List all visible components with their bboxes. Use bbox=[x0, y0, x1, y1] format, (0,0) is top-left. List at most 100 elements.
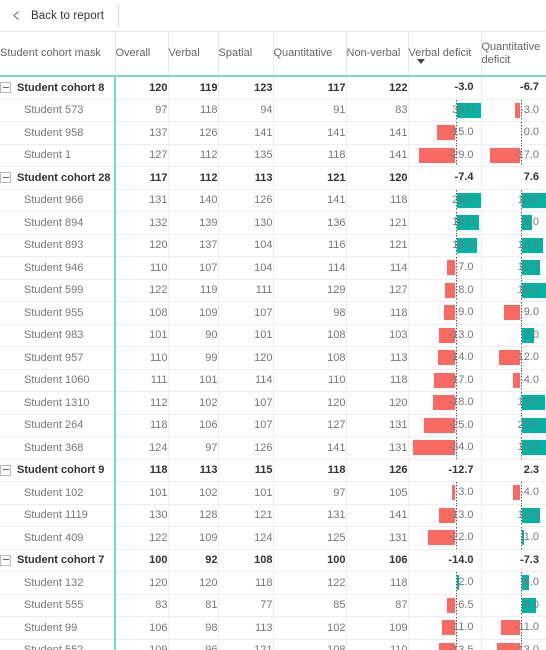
cell-spatial[interactable]: 113 bbox=[218, 616, 274, 640]
cell-nonverbal[interactable]: 118 bbox=[346, 301, 409, 325]
cell-quant[interactable]: 108 bbox=[273, 346, 347, 370]
cell-quant_deficit[interactable]: -3.0 bbox=[481, 99, 546, 122]
cell-overall[interactable]: 130 bbox=[115, 504, 169, 527]
table-group-row[interactable]: Student cohort 28 117 112 113 121 120 -7.4 7.6 bbox=[0, 166, 546, 190]
table-row[interactable]: Student 955 108 109 107 98 118 -9.0 -9.0 bbox=[0, 301, 546, 325]
cell-mask[interactable]: Student 894 bbox=[0, 211, 116, 235]
table-row[interactable]: Student 893 120 137 104 116 121 16.0 12.0 bbox=[0, 234, 546, 257]
cell-verbal[interactable]: 119 bbox=[168, 76, 219, 100]
column-header-quant_deficit[interactable]: Quantitative deficit bbox=[481, 32, 546, 77]
cell-overall[interactable]: 109 bbox=[115, 639, 169, 650]
cell-verbal[interactable]: 113 bbox=[168, 459, 219, 482]
cell-verbal[interactable]: 99 bbox=[168, 346, 219, 370]
cell-spatial[interactable]: 107 bbox=[218, 414, 274, 437]
cell-verbal[interactable]: 102 bbox=[168, 481, 219, 505]
cell-mask[interactable]: Student 555 bbox=[0, 594, 116, 617]
cell-overall[interactable]: 131 bbox=[115, 189, 169, 212]
cell-spatial[interactable]: 121 bbox=[218, 504, 274, 527]
cell-verbal_deficit[interactable]: -17.0 bbox=[408, 369, 482, 392]
cell-overall[interactable]: 83 bbox=[115, 594, 169, 617]
matrix-visual[interactable]: Student cohort mask Overall Verbal Spatial Q… bbox=[0, 31, 546, 650]
cell-verbal_deficit[interactable]: -34.0 bbox=[408, 436, 482, 460]
cell-quant_deficit[interactable]: 10.0 bbox=[481, 504, 546, 527]
cell-overall[interactable]: 120 bbox=[115, 76, 169, 100]
cell-verbal[interactable]: 102 bbox=[168, 391, 219, 415]
cell-spatial[interactable]: 123 bbox=[218, 76, 274, 100]
table-row[interactable]: Student 957 110 99 120 108 113 -14.0 -12.0 bbox=[0, 346, 546, 370]
cell-mask[interactable]: Student cohort 7 bbox=[0, 549, 116, 572]
cell-overall[interactable]: 110 bbox=[115, 346, 169, 370]
cell-quant_deficit[interactable]: 15.0 bbox=[481, 189, 546, 212]
cell-nonverbal[interactable]: 118 bbox=[346, 369, 409, 392]
column-header-nonverbal[interactable]: Non-verbal bbox=[346, 32, 409, 77]
cell-quant_deficit[interactable]: -17.0 bbox=[481, 144, 546, 167]
cell-mask[interactable]: Student 957 bbox=[0, 346, 116, 370]
cell-quant_deficit[interactable]: -9.0 bbox=[481, 301, 546, 325]
cell-verbal[interactable]: 106 bbox=[168, 414, 219, 437]
cell-overall[interactable]: 97 bbox=[115, 99, 169, 122]
cell-quant[interactable]: 100 bbox=[273, 549, 347, 572]
cell-verbal[interactable]: 90 bbox=[168, 324, 219, 347]
cell-verbal[interactable]: 98 bbox=[168, 616, 219, 640]
cell-verbal_deficit[interactable]: 18.0 bbox=[408, 211, 482, 235]
cell-nonverbal[interactable]: 120 bbox=[346, 391, 409, 415]
table-row[interactable]: Student 1 127 112 135 118 141 -29.0 -17.0 bbox=[0, 144, 546, 167]
cell-spatial[interactable]: 94 bbox=[218, 99, 274, 122]
cell-overall[interactable]: 137 bbox=[115, 121, 169, 145]
cell-overall[interactable]: 106 bbox=[115, 616, 169, 640]
cell-mask[interactable]: Student 946 bbox=[0, 256, 116, 280]
cell-spatial[interactable]: 130 bbox=[218, 211, 274, 235]
cell-spatial[interactable]: 107 bbox=[218, 391, 274, 415]
table-group-row[interactable]: Student cohort 8 120 119 123 117 122 -3.0 -6.7 bbox=[0, 76, 546, 100]
cell-spatial[interactable]: 104 bbox=[218, 234, 274, 257]
cell-quant[interactable]: 97 bbox=[273, 481, 347, 505]
cell-quant_deficit[interactable]: -4.0 bbox=[481, 369, 546, 392]
cell-overall[interactable]: 101 bbox=[115, 481, 169, 505]
cell-quant[interactable]: 85 bbox=[273, 594, 347, 617]
cell-quant_deficit[interactable]: 0.0 bbox=[481, 121, 546, 145]
cell-overall[interactable]: 120 bbox=[115, 571, 169, 595]
cell-spatial[interactable]: 124 bbox=[218, 526, 274, 550]
cell-verbal_deficit[interactable]: -25.0 bbox=[408, 414, 482, 437]
cell-quant[interactable]: 122 bbox=[273, 571, 347, 595]
table-row[interactable]: Student 1310 112 102 107 120 120 -18.0 13.0 bbox=[0, 391, 546, 415]
cell-overall[interactable]: 101 bbox=[115, 324, 169, 347]
table-group-row[interactable]: Student cohort 9 118 113 115 118 126 -12.7 2.3 bbox=[0, 459, 546, 482]
collapse-icon[interactable] bbox=[0, 82, 11, 94]
cell-nonverbal[interactable]: 113 bbox=[346, 346, 409, 370]
collapse-icon[interactable] bbox=[0, 464, 11, 476]
cell-verbal[interactable]: 112 bbox=[168, 144, 219, 167]
cell-mask[interactable]: Student 102 bbox=[0, 481, 116, 505]
cell-nonverbal[interactable]: 118 bbox=[346, 571, 409, 595]
cell-overall[interactable]: 122 bbox=[115, 279, 169, 302]
column-header-mask[interactable]: Student cohort mask bbox=[0, 32, 116, 77]
cell-spatial[interactable]: 118 bbox=[218, 571, 274, 595]
cell-nonverbal[interactable]: 121 bbox=[346, 234, 409, 257]
cell-verbal[interactable]: 112 bbox=[168, 166, 219, 190]
cell-quant[interactable]: 118 bbox=[273, 144, 347, 167]
cell-mask[interactable]: Student 958 bbox=[0, 121, 116, 145]
cell-quant[interactable]: 102 bbox=[273, 616, 347, 640]
cell-nonverbal[interactable]: 87 bbox=[346, 594, 409, 617]
cell-quant[interactable]: 136 bbox=[273, 211, 347, 235]
cell-verbal_deficit[interactable]: -15.0 bbox=[408, 121, 482, 145]
column-header-verbal_deficit[interactable]: Verbal deficit bbox=[408, 32, 482, 77]
cell-quant[interactable]: 121 bbox=[273, 166, 347, 190]
cell-quant[interactable]: 131 bbox=[273, 504, 347, 527]
cell-quant[interactable]: 114 bbox=[273, 256, 347, 280]
column-header-quant[interactable]: Quantitative bbox=[273, 32, 347, 77]
cell-quant[interactable]: 141 bbox=[273, 189, 347, 212]
cell-quant[interactable]: 127 bbox=[273, 414, 347, 437]
cell-spatial[interactable]: 141 bbox=[218, 121, 274, 145]
cell-overall[interactable]: 110 bbox=[115, 256, 169, 280]
cell-spatial[interactable]: 135 bbox=[218, 144, 274, 167]
cell-verbal_deficit[interactable]: 16.0 bbox=[408, 234, 482, 257]
column-header-verbal[interactable]: Verbal bbox=[168, 32, 219, 77]
cell-verbal_deficit[interactable]: -7.0 bbox=[408, 256, 482, 280]
cell-quant[interactable]: 141 bbox=[273, 121, 347, 145]
cell-verbal_deficit[interactable]: -22.0 bbox=[408, 526, 482, 550]
cell-spatial[interactable]: 107 bbox=[218, 301, 274, 325]
cell-overall[interactable]: 132 bbox=[115, 211, 169, 235]
cell-mask[interactable]: Student cohort 9 bbox=[0, 459, 116, 482]
cell-verbal_deficit[interactable]: 35.0 bbox=[408, 99, 482, 122]
